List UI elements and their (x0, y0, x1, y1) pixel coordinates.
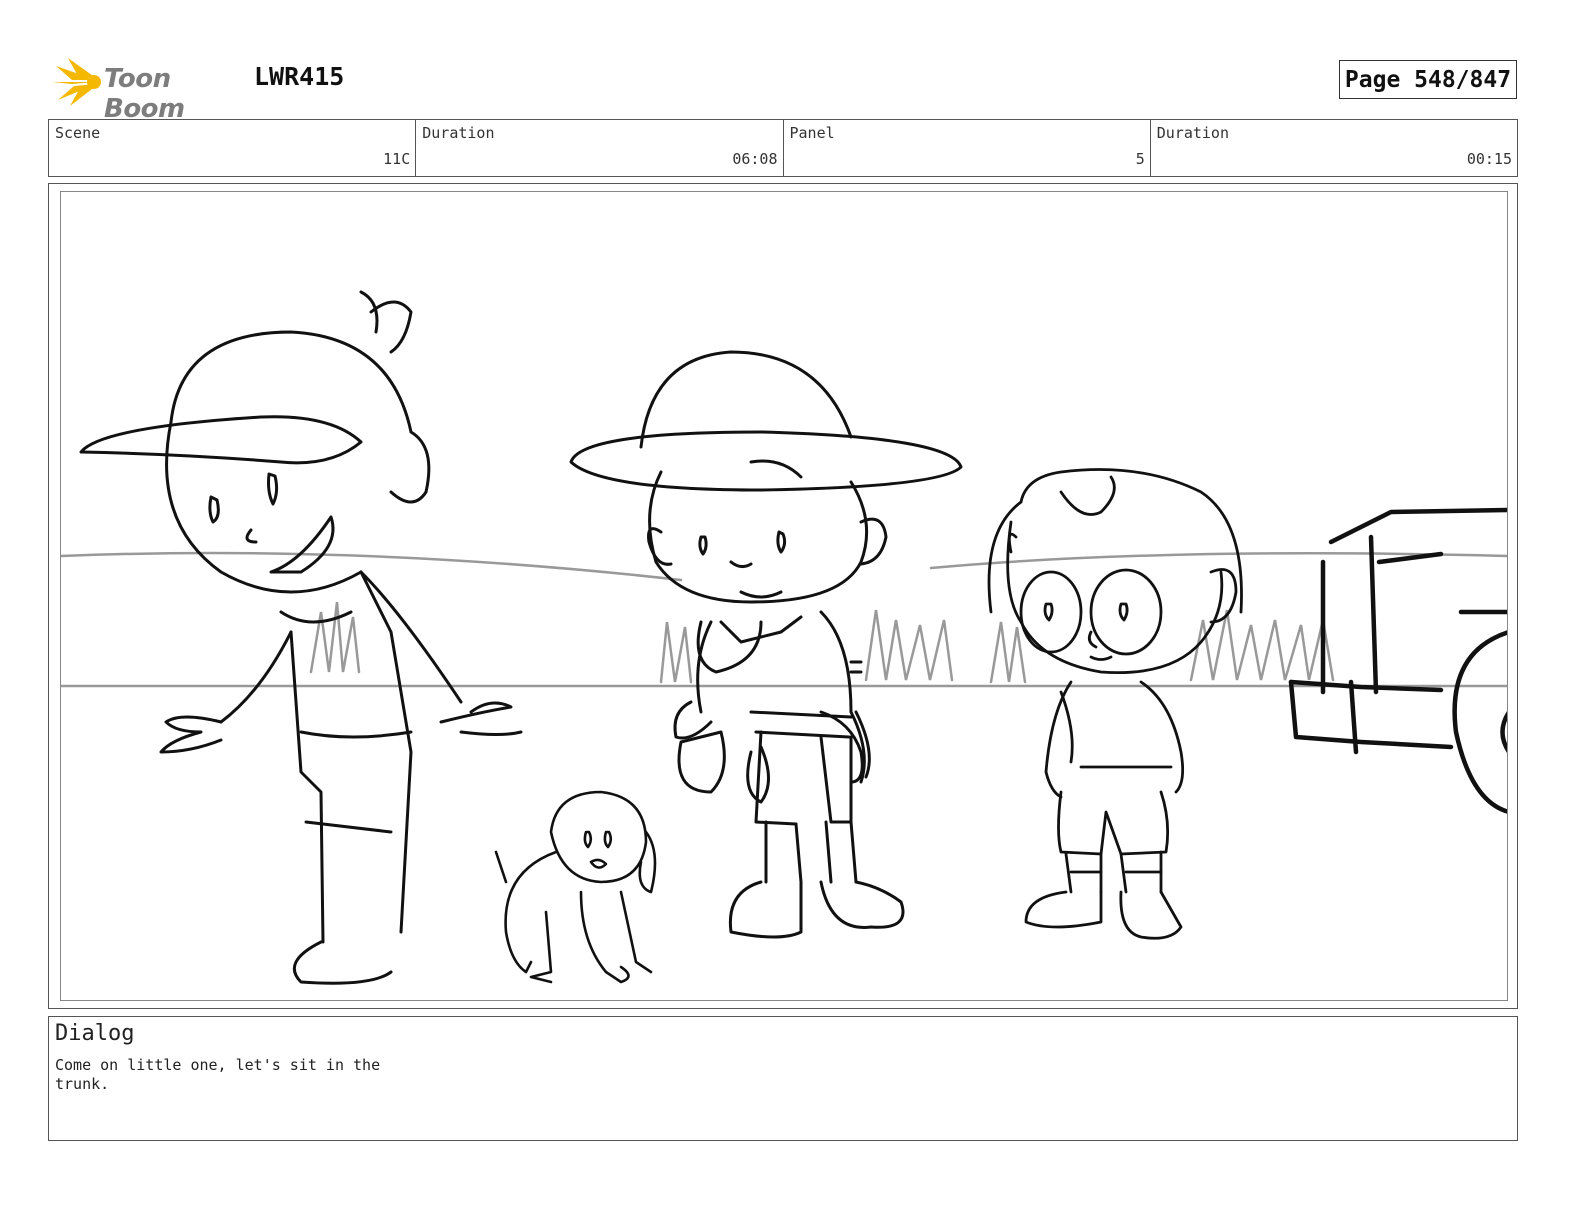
panel-duration-cell: Duration 00:15 (1151, 120, 1517, 176)
storyboard-panel (48, 183, 1518, 1009)
scene-cell: Scene 11C (49, 120, 417, 176)
scene-duration-label: Duration (422, 124, 495, 142)
panel-label: Panel (789, 124, 835, 142)
panel-duration-label: Duration (1156, 124, 1229, 142)
logo-text: Toon Boom (104, 64, 185, 124)
scene-duration-value: 06:08 (732, 150, 778, 168)
panel-duration-value: 00:15 (1466, 150, 1512, 168)
boy-with-cap-sketch (79, 290, 523, 985)
panel-cell: Panel 5 (784, 120, 1151, 176)
panel-info-table: Scene 11C Duration 06:08 Panel 5 Duratio… (48, 119, 1518, 177)
scene-value: 11C (383, 150, 411, 168)
panel-image-area (60, 191, 1508, 1001)
puppy-sketch (494, 790, 657, 984)
boy-with-hat-sketch (569, 350, 963, 939)
dialog-title: Dialog (55, 1021, 135, 1046)
scene-duration-cell: Duration 06:08 (416, 120, 784, 176)
panel-value: 5 (1135, 150, 1145, 168)
dialog-text: Come on little one, let's sit in the tru… (55, 1056, 381, 1093)
sketch-drawing (61, 290, 1507, 985)
starburst-icon (52, 58, 101, 106)
dialog-box: Dialog Come on little one, let's sit in … (48, 1016, 1518, 1141)
project-code: LWR415 (254, 62, 345, 91)
scene-label: Scene (55, 124, 101, 142)
page-number: Page 548/847 (1339, 60, 1517, 99)
girl-sketch (987, 468, 1243, 940)
toon-boom-logo: Toon Boom (52, 56, 242, 124)
